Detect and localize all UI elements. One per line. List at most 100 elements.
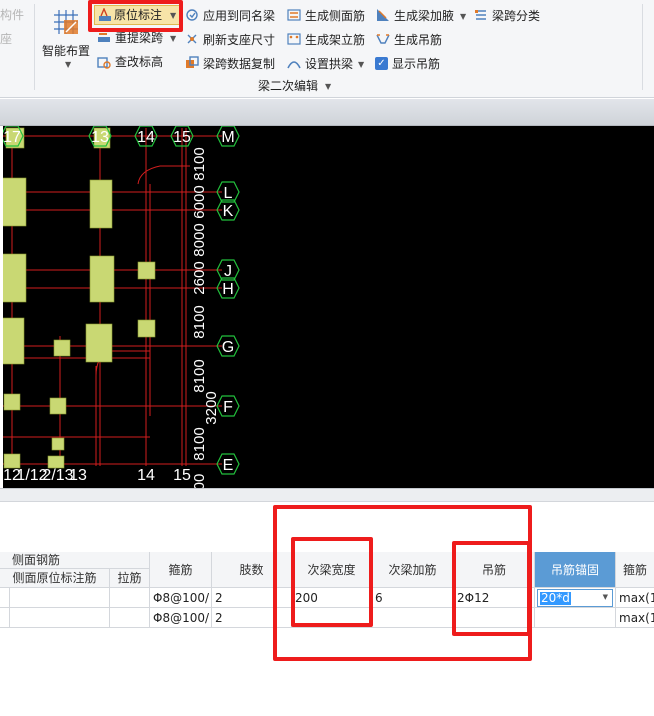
grid-cell[interactable] [110,588,150,608]
reextract-span-button[interactable]: 重提梁跨 ▼ [97,29,181,47]
column-block [3,393,21,411]
axis-label-bottom: 15 [173,467,191,484]
dimension-label: 6000 [191,185,208,218]
column-header-tie-bar[interactable]: 拉筋 [110,569,150,588]
column-header-secondary-width[interactable]: 次梁宽度 [292,552,372,588]
grid-cell-secondary-add-rebar[interactable]: 6 [372,588,454,608]
dimension-label: 8100 [191,305,208,338]
in-situ-annotation-label: 原位标注 [114,8,163,22]
query-elevation-label: 查改标高 [115,55,164,69]
chevron-down-icon[interactable]: ▼ [603,593,608,601]
column-block [89,179,113,229]
grid-cell-hanger[interactable]: 2Φ12 [454,588,535,608]
span-data-copy-label: 梁跨数据复制 [203,57,276,71]
span-classify-button[interactable]: 梁跨分类 [474,7,554,25]
hanger-icon [376,34,390,44]
grid-cell-secondary-width[interactable] [292,608,372,628]
dimension-label: 2600 [191,261,208,294]
axis-label-bottom: 13 [69,467,87,484]
column-header-hanger-anchor[interactable]: 吊筋锚固 [535,552,616,588]
axis-label-right: E [223,457,234,474]
haunch-icon [377,9,389,21]
axis-label-top: 17 [3,129,21,146]
grid-cell[interactable] [10,608,110,628]
gen-erection-rebar-button[interactable]: 生成架立筋 [287,31,373,49]
cad-drawing[interactable]: 17 13 14 15 MLKJHGFE121/122/1313 14 15 8100600… [0,126,654,488]
arch-beam-icon [287,61,301,69]
cad-canvas[interactable]: 17 13 14 15 M L K J H G F E 12 1/12 2/13 13 14 15 8100 600… [0,126,654,488]
chevron-down-icon: ▼ [170,34,177,43]
dimension-label: 8100 [191,427,208,460]
gen-side-rebar-label: 生成侧面筋 [305,9,366,23]
grid-cell[interactable] [10,588,110,608]
column-block [53,339,71,357]
axis-label-bottom: 14 [137,467,155,484]
show-hanger-checkbox[interactable]: ✓ 显示吊筋 [374,55,470,73]
grid-cell-stirrup2[interactable]: max(1 [616,588,654,608]
grid-cell[interactable] [110,608,150,628]
axis-label-right: K [223,203,234,220]
group-separator [34,4,35,90]
gen-erection-rebar-label: 生成架立筋 [305,33,366,47]
refresh-support-button[interactable]: 刷新支座尺寸 [185,31,285,49]
cad-left-edge [0,126,3,488]
gen-haunch-button[interactable]: 生成梁加腋 ▼ [376,7,470,25]
axis-label-right: F [223,399,233,416]
column-header-stirrup[interactable]: 箍筋 [150,552,212,588]
group-expand-icon[interactable]: ▼ [325,82,331,91]
annotation-icon [99,8,111,21]
in-situ-annotation-button[interactable]: 原位标注 ▼ [94,5,182,25]
reextract-span-label: 重提梁跨 [115,31,164,45]
grid-cell-hanger[interactable] [454,608,535,628]
column-block [85,323,113,363]
span-data-copy-button[interactable]: 梁跨数据复制 [185,55,285,73]
column-header-stirrup-2[interactable]: 箍筋 [616,552,654,588]
grid-cell-hanger-anchor[interactable] [535,608,616,628]
axis-label-right: M [221,129,234,146]
grid-cell[interactable] [0,588,10,608]
gen-hanger-label: 生成吊筋 [394,33,443,47]
column-header-side-in-situ[interactable]: 侧面原位标注筋 [0,569,110,588]
grid-cell[interactable] [0,608,10,628]
hanger-anchor-selected-text: 20*d [540,591,571,605]
grid-cell-stirrup[interactable]: Φ8@100/ [150,608,212,628]
column-header-secondary-add-rebar[interactable]: 次梁加筋 [372,552,454,588]
dimension-label: 3200 [203,391,220,424]
column-block [137,319,156,338]
refresh-icon [187,34,197,44]
dimension-label: 8100 [191,359,208,392]
chevron-down-icon: ▼ [358,60,365,69]
side-rebar-icon [287,9,301,21]
set-arch-beam-button[interactable]: 设置拱梁 ▼ [287,55,373,73]
apply-same-beam-button[interactable]: 应用到同名梁 [185,7,285,25]
chevron-down-icon: ▼ [460,12,467,21]
hanger-anchor-combo[interactable]: 20*d ▼ [537,589,613,607]
grid-cell-stirrup2[interactable]: max(1 [616,608,654,628]
gen-side-rebar-button[interactable]: 生成侧面筋 [287,7,373,25]
document-tab-strip [0,99,654,126]
grid-cell-secondary-width[interactable]: 200 [292,588,372,608]
grid-layout-icon [54,10,78,34]
column-header-legs[interactable]: 肢数 [212,552,292,588]
ribbon-toolbar: 构件 座 智能布置 ▼ 原位标注 ▼ 重提梁跨 ▼ 查改标高 应用到同名梁 刷新… [0,0,654,98]
query-elevation-button[interactable]: 查改标高 [97,53,181,71]
partial-ribbon-label: 构件 [0,8,25,22]
column-header-hanger[interactable]: 吊筋 [454,552,535,588]
grid-cell-secondary-add-rebar[interactable] [372,608,454,628]
grid-cell-stirrup[interactable]: Φ8@100/ [150,588,212,608]
column-block [0,177,27,227]
smart-layout-button[interactable]: 智能布置 ▼ [38,2,92,70]
column-block [51,437,65,451]
grid-cell-legs[interactable]: 2 [212,608,292,628]
gen-hanger-button[interactable]: 生成吊筋 [376,31,470,49]
grid-cell-legs[interactable]: 2 [212,588,292,608]
side-rebar-group-header: 侧面钢筋 [0,552,150,569]
column-block [0,253,27,303]
column-block [1,317,25,365]
axis-label-top: 15 [173,129,191,146]
copy-icon [186,56,199,68]
axis-label-top: 14 [137,129,155,146]
reextract-span-icon [98,33,110,42]
panel-splitter[interactable] [0,488,654,502]
classify-icon [475,10,486,20]
